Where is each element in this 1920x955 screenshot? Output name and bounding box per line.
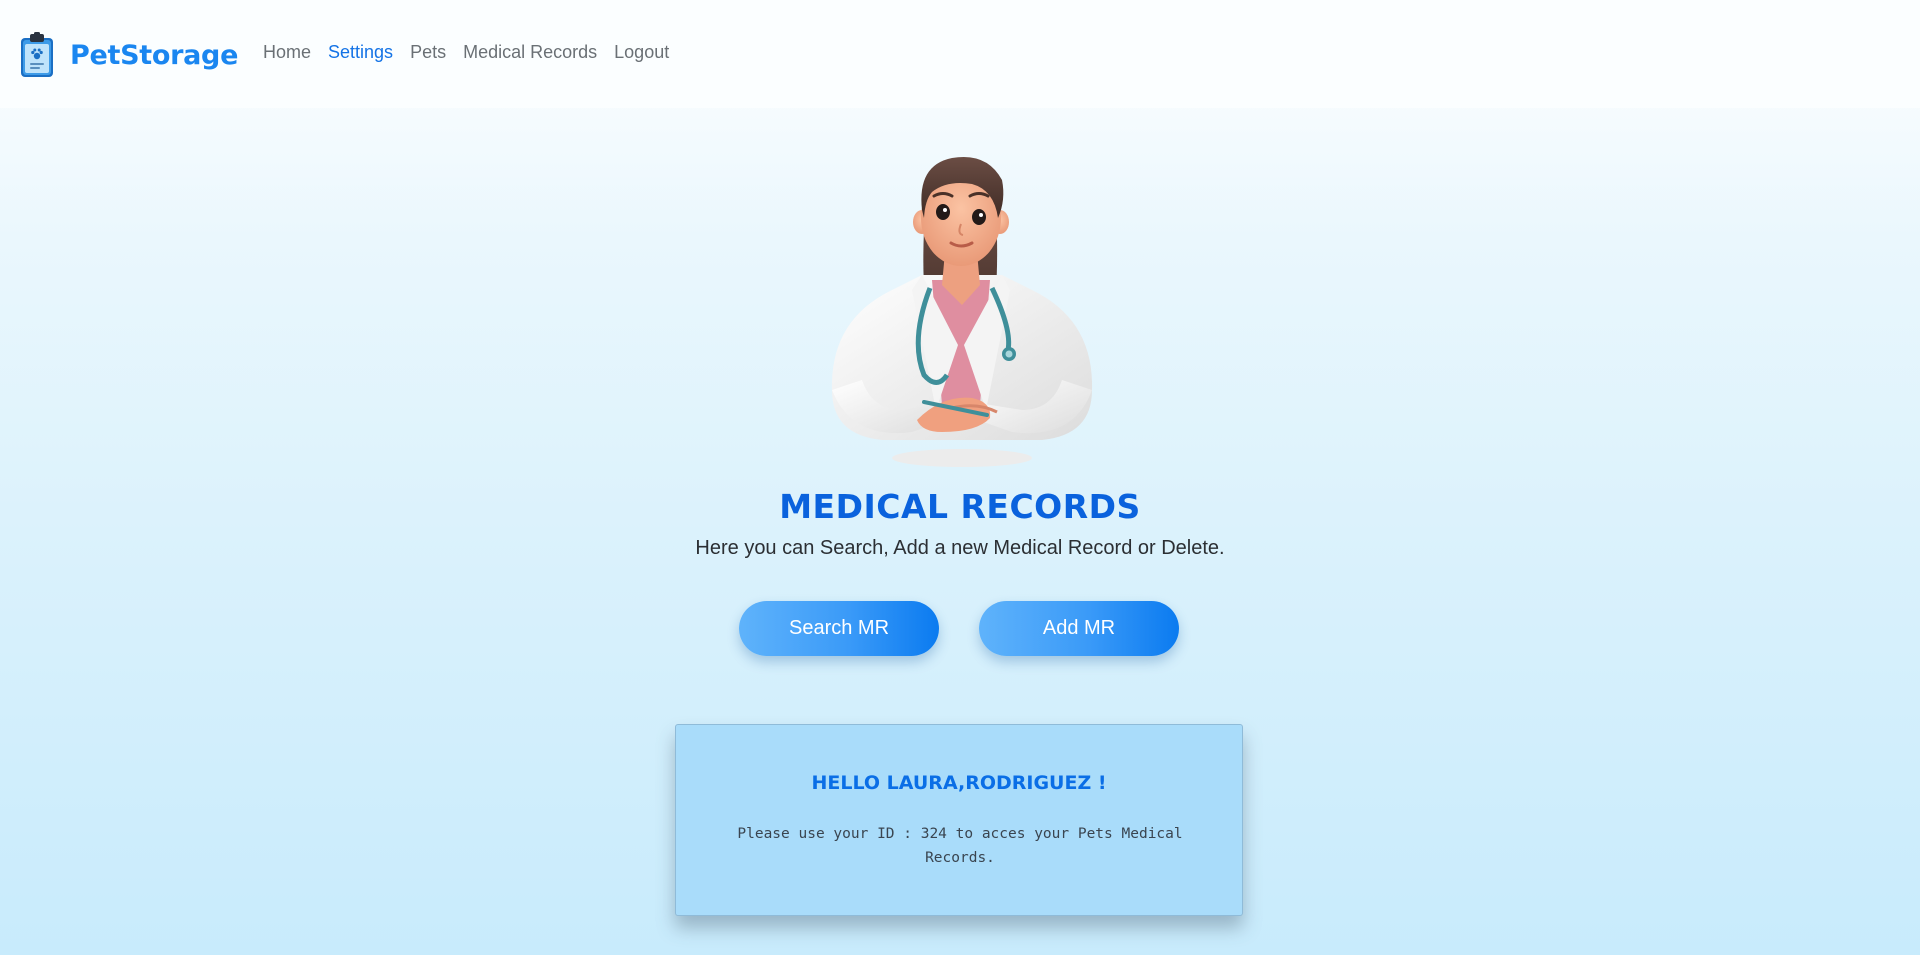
nav-logout[interactable]: Logout — [614, 42, 669, 63]
greeting-card: HELLO LAURA,RODRIGUEZ ! Please use your … — [675, 724, 1243, 916]
greeting-message: Please use your ID : 324 to acces your P… — [737, 826, 1183, 866]
brand-name: PetStorage — [70, 39, 239, 71]
page-title: MEDICAL RECORDS — [779, 487, 1141, 526]
nav-home[interactable]: Home — [263, 42, 311, 63]
action-buttons: Search MR Add MR — [739, 601, 1179, 656]
page-subtitle: Here you can Search, Add a new Medical R… — [695, 537, 1225, 559]
add-mr-button[interactable]: Add MR — [979, 601, 1179, 656]
search-mr-button[interactable]: Search MR — [739, 601, 939, 656]
nav-medical-records[interactable]: Medical Records — [463, 42, 597, 63]
brand-link[interactable]: PetStorage — [20, 32, 238, 78]
nav-settings[interactable]: Settings — [328, 42, 393, 63]
navbar: PetStorage Home Settings Pets Medical Re… — [0, 0, 1920, 108]
greeting-title: HELLO LAURA,RODRIGUEZ ! — [811, 772, 1107, 794]
nav-pets[interactable]: Pets — [410, 42, 446, 63]
nav-links: Home Settings Pets Medical Records Logou… — [263, 42, 686, 63]
clipboard-paw-icon — [21, 32, 53, 77]
doctor-illustration — [831, 156, 1093, 467]
